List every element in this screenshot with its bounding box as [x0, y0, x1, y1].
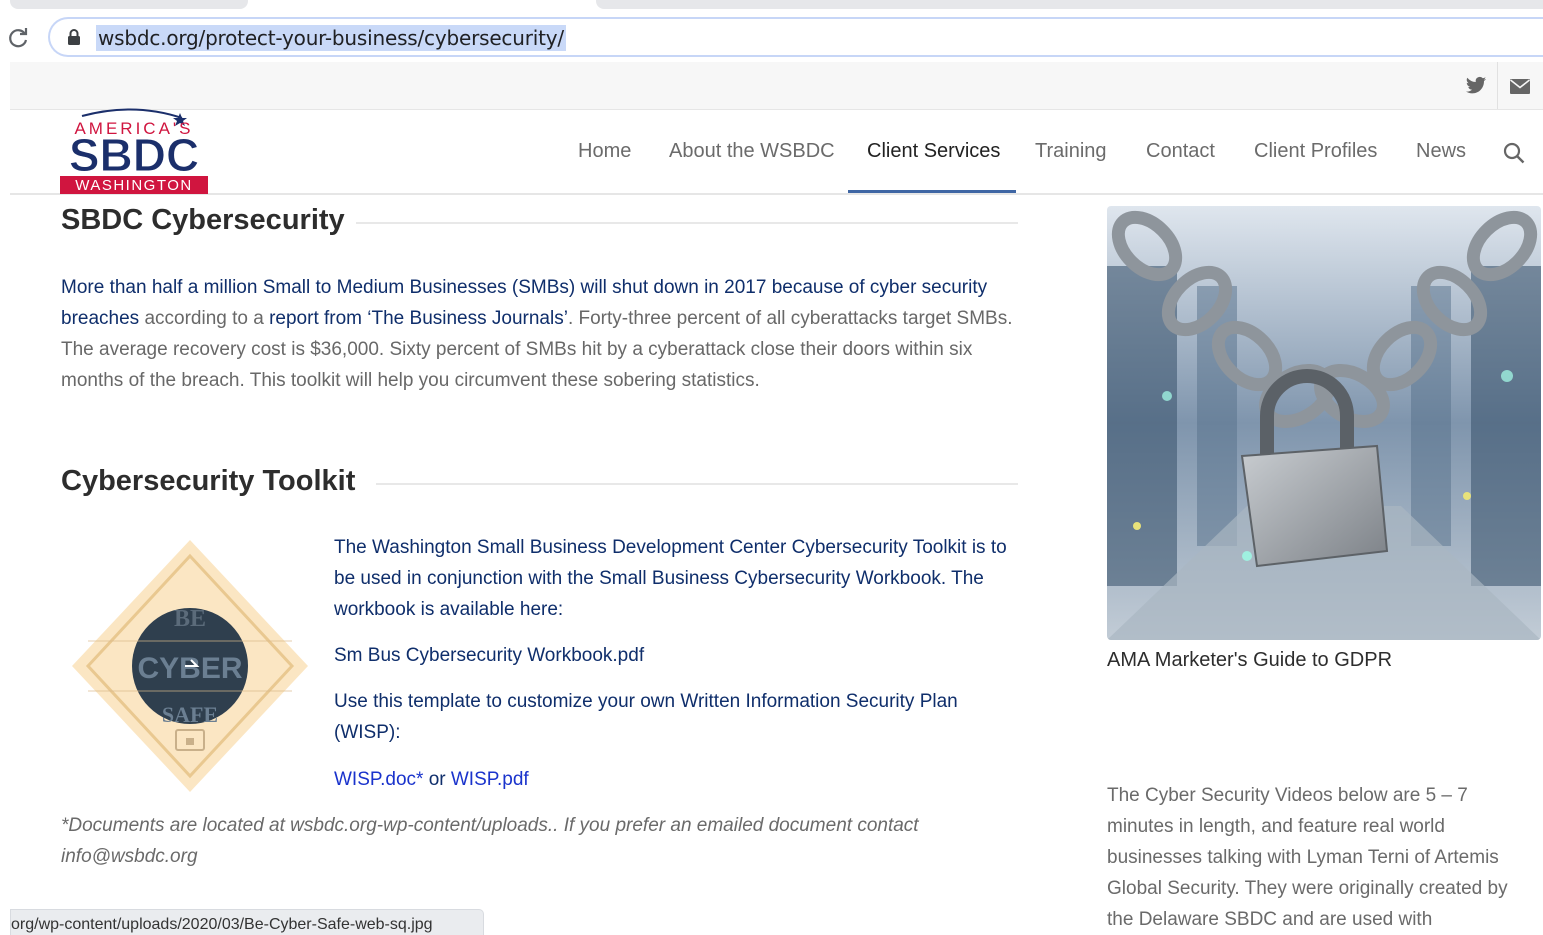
wisp-or: or [423, 769, 451, 790]
badge-text-cyber: CYBER [137, 652, 242, 685]
browser-status-url: org/wp-content/uploads/2020/03/Be-Cyber-… [10, 909, 484, 935]
reload-icon[interactable] [6, 26, 30, 50]
title-rule [356, 222, 1018, 224]
search-icon[interactable] [1503, 142, 1525, 164]
nav-home[interactable]: Home [578, 140, 631, 163]
documents-footnote: *Documents are located at wsbdc.org-wp-c… [61, 815, 919, 867]
logo-sbdc: SBDC [69, 129, 199, 181]
title-rule [376, 483, 1018, 485]
workbook-pdf-link[interactable]: Sm Bus Cybersecurity Workbook.pdf [334, 640, 644, 671]
chain-padlock-image[interactable] [1107, 206, 1541, 640]
nav-active-indicator [848, 190, 1016, 193]
url-text[interactable]: wsbdc.org/protect-your-business/cybersec… [96, 25, 566, 51]
nav-training[interactable]: Training [1035, 140, 1107, 163]
intro-paragraph: More than half a million Small to Medium… [61, 272, 1021, 396]
mail-icon[interactable] [1510, 79, 1530, 94]
section-title-toolkit: Cybersecurity Toolkit [61, 465, 356, 497]
sbdc-washington-logo[interactable]: AMERICA'S SBDC WASHINGTON [60, 108, 208, 194]
topbar-divider [1497, 62, 1498, 109]
wisp-pdf-link[interactable]: WISP.pdf [451, 769, 529, 790]
nav-contact[interactable]: Contact [1146, 140, 1215, 163]
nav-about[interactable]: About the WSBDC [669, 140, 835, 163]
lock-icon[interactable] [66, 28, 82, 46]
tab-strip [0, 0, 1543, 14]
wisp-doc-link[interactable]: WISP.doc* [334, 769, 423, 790]
nav-news[interactable]: News [1416, 140, 1466, 163]
nav-client-profiles[interactable]: Client Profiles [1254, 140, 1377, 163]
twitter-icon[interactable] [1465, 76, 1487, 96]
report-link[interactable]: report from ‘The Business Journals’ [269, 308, 568, 329]
logo-washington: WASHINGTON [75, 177, 193, 194]
wisp-intro: Use this template to customize your own … [334, 691, 958, 743]
browser-tab[interactable] [10, 0, 248, 9]
wisp-links: WISP.doc* or WISP.pdf [334, 764, 529, 795]
badge-text-safe: SAFE [162, 702, 218, 727]
gdpr-caption[interactable]: AMA Marketer's Guide to GDPR [1107, 649, 1392, 672]
be-cyber-safe-image[interactable]: BE CYBER SAFE [70, 538, 310, 794]
videos-description: The Cyber Security Videos below are 5 – … [1107, 785, 1508, 930]
nav-client-services[interactable]: Client Services [867, 140, 1000, 163]
section-title-sbdc-cybersecurity: SBDC Cybersecurity [61, 204, 345, 236]
social-bar [10, 62, 1543, 110]
browser-tab-active[interactable] [596, 0, 1543, 9]
badge-text-be: BE [174, 606, 206, 632]
toolkit-intro: The Washington Small Business Developmen… [334, 537, 1007, 620]
intro-text-a: according to a [139, 308, 270, 329]
